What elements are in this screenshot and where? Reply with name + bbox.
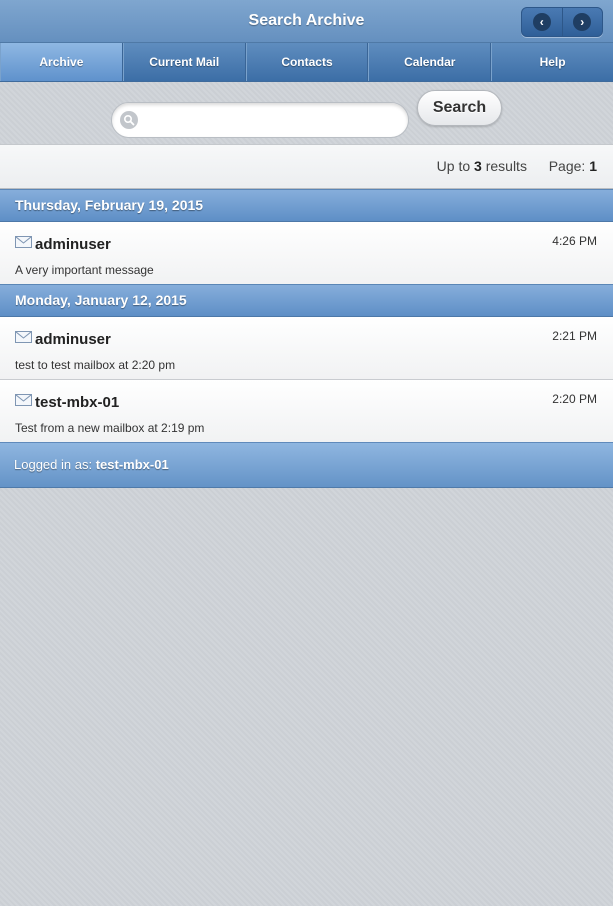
tab-help[interactable]: Help — [491, 43, 613, 81]
message-time: 4:26 PM — [552, 234, 597, 248]
message-row[interactable]: adminuser 4:26 PM A very important messa… — [0, 222, 613, 285]
date-divider: Thursday, February 19, 2015 — [0, 189, 613, 222]
chevron-left-icon: ‹ — [532, 13, 551, 31]
next-button[interactable]: › — [561, 8, 603, 36]
message-sender: adminuser — [35, 236, 111, 253]
envelope-icon — [15, 236, 32, 248]
message-time: 2:20 PM — [552, 392, 597, 406]
tab-calendar[interactable]: Calendar — [368, 43, 492, 81]
search-icon — [120, 111, 138, 129]
results-suffix: results — [485, 158, 527, 174]
search-button[interactable]: Search — [417, 90, 502, 126]
pager-control: ‹ › — [521, 7, 603, 37]
message-sender: test-mbx-01 — [35, 394, 120, 411]
nav-tabs: Archive Current Mail Contacts Calendar H… — [0, 43, 613, 82]
footer-bar: Logged in as: test-mbx-01 — [0, 442, 613, 488]
envelope-icon — [15, 394, 32, 406]
search-field — [111, 102, 409, 138]
search-area — [0, 82, 613, 144]
search-input[interactable] — [144, 108, 398, 132]
app-header: Search Archive ‹ › — [0, 0, 613, 43]
message-preview: test to test mailbox at 2:20 pm — [15, 358, 176, 372]
previous-button[interactable]: ‹ — [522, 8, 562, 36]
results-bar: Up to 3 results Page: 1 — [0, 144, 613, 189]
tab-archive[interactable]: Archive — [0, 43, 123, 81]
results-prefix: Up to — [436, 158, 471, 174]
envelope-icon — [15, 331, 32, 343]
results-count: 3 — [474, 158, 482, 174]
message-row[interactable]: test-mbx-01 2:20 PM Test from a new mail… — [0, 380, 613, 443]
message-preview: A very important message — [15, 263, 154, 277]
page-number: 1 — [589, 158, 597, 174]
logged-in-label: Logged in as: — [14, 457, 93, 472]
tab-contacts[interactable]: Contacts — [245, 43, 369, 81]
logged-in-user: test-mbx-01 — [95, 457, 169, 472]
date-divider: Monday, January 12, 2015 — [0, 284, 613, 317]
page-label: Page: — [548, 158, 586, 174]
message-sender: adminuser — [35, 331, 111, 348]
tab-current-mail[interactable]: Current Mail — [122, 43, 246, 81]
chevron-right-icon: › — [573, 13, 592, 31]
results-info: Up to 3 results Page: 1 — [437, 158, 597, 174]
message-row[interactable]: adminuser 2:21 PM test to test mailbox a… — [0, 317, 613, 380]
message-time: 2:21 PM — [552, 329, 597, 343]
message-preview: Test from a new mailbox at 2:19 pm — [15, 421, 205, 435]
